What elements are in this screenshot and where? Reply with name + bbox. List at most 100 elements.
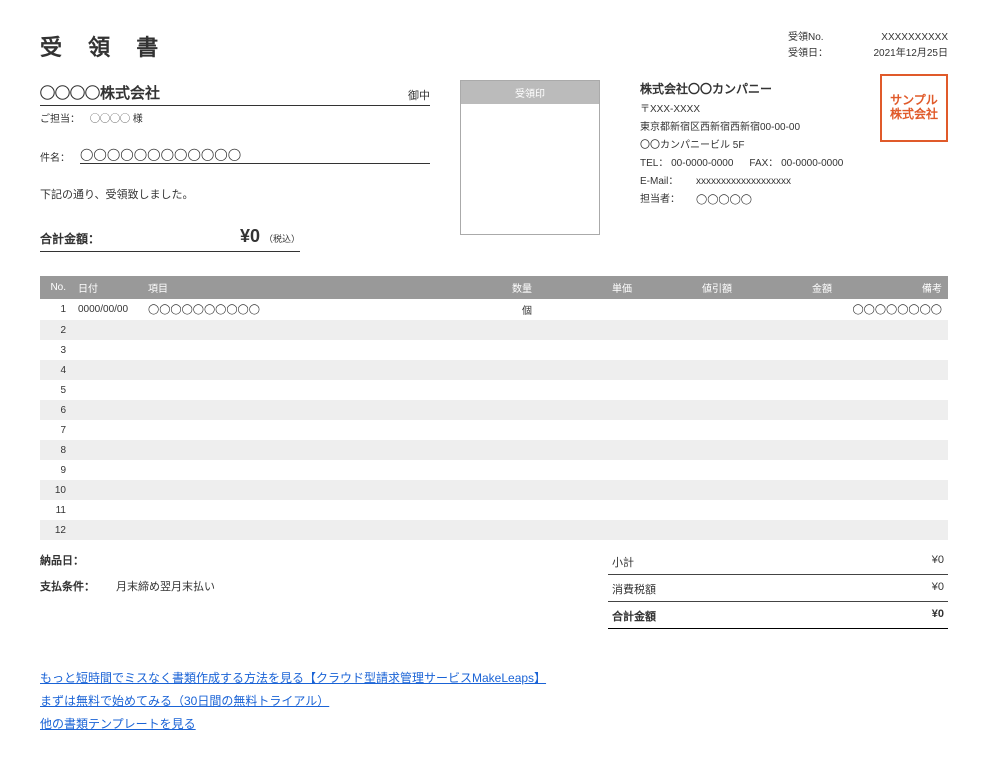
cell-amt: [738, 400, 838, 420]
cell-no: 10: [40, 480, 72, 500]
cell-disc: [638, 400, 738, 420]
cell-no: 11: [40, 500, 72, 520]
th-disc: 値引額: [638, 276, 738, 299]
cell-qty: [468, 420, 538, 440]
cell-qty: [468, 460, 538, 480]
cell-item: [142, 340, 468, 360]
receipt-note: 下記の通り、受領致しました。: [40, 186, 430, 202]
contact-value: ◯◯◯◯ 様: [90, 110, 143, 125]
cell-note: [838, 420, 948, 440]
cell-qty: [468, 440, 538, 460]
tel-label: TEL：: [640, 158, 668, 169]
cell-disc: [638, 460, 738, 480]
cell-qty: [468, 340, 538, 360]
cell-amt: [738, 320, 838, 340]
th-note: 備考: [838, 276, 948, 299]
cell-qty: [468, 520, 538, 540]
tel-value: 00-0000-0000: [671, 158, 733, 169]
table-row: 7: [40, 420, 948, 440]
client-name: ◯◯◯◯株式会社: [40, 82, 160, 103]
cell-date: [72, 320, 142, 340]
person-value: ◯◯◯◯◯: [696, 191, 752, 209]
table-row: 10: [40, 480, 948, 500]
table-row: 12: [40, 520, 948, 540]
cell-item: ◯◯◯◯◯◯◯◯◯◯: [142, 299, 468, 320]
cell-no: 8: [40, 440, 72, 460]
cell-amt: [738, 360, 838, 380]
cell-no: 12: [40, 520, 72, 540]
cell-note: ◯◯◯◯◯◯◯◯: [838, 299, 948, 320]
cell-unitp: [538, 299, 638, 320]
stamp-box: 受領印: [460, 80, 600, 235]
table-row: 9: [40, 460, 948, 480]
link-1[interactable]: もっと短時間でミスなく書類作成する方法を見る【クラウド型請求管理サービスMake…: [40, 671, 546, 685]
cell-unitp: [538, 360, 638, 380]
cell-item: [142, 400, 468, 420]
cell-date: [72, 400, 142, 420]
grand-value: ¥0: [932, 608, 944, 624]
cell-date: [72, 340, 142, 360]
cell-no: 6: [40, 400, 72, 420]
client-name-row: ◯◯◯◯株式会社 御中: [40, 80, 430, 106]
cell-unitp: [538, 460, 638, 480]
cell-no: 1: [40, 299, 72, 320]
cell-amt: [738, 340, 838, 360]
stamp-header: 受領印: [461, 81, 599, 104]
grand-label: 合計金額: [612, 608, 656, 624]
contact-label: ご担当：: [40, 110, 80, 125]
cell-disc: [638, 420, 738, 440]
link-3[interactable]: 他の書類テンプレートを見る: [40, 717, 196, 731]
cell-item: [142, 360, 468, 380]
cell-amt: [738, 380, 838, 400]
cell-unitp: [538, 380, 638, 400]
email-value: xxxxxxxxxxxxxxxxxxx: [696, 173, 791, 191]
th-amt: 金額: [738, 276, 838, 299]
cell-qty: [468, 320, 538, 340]
cell-amt: [738, 440, 838, 460]
cell-note: [838, 320, 948, 340]
items-table: No. 日付 項目 数量 単価 値引額 金額 備考 10000/00/00◯◯◯…: [40, 276, 948, 540]
cell-item: [142, 380, 468, 400]
link-2[interactable]: まずは無料で始めてみる（30日間の無料トライアル）: [40, 694, 329, 708]
cell-unitp: [538, 400, 638, 420]
cell-disc: [638, 340, 738, 360]
table-row: 10000/00/00◯◯◯◯◯◯◯◯◯◯個◯◯◯◯◯◯◯◯: [40, 299, 948, 320]
cell-item: [142, 520, 468, 540]
cell-qty: [468, 380, 538, 400]
meta-date-label: 受領日：: [788, 46, 838, 62]
cell-date: [72, 460, 142, 480]
cell-note: [838, 440, 948, 460]
cell-amt: [738, 460, 838, 480]
cell-unitp: [538, 320, 638, 340]
taxamt-label: 消費税額: [612, 581, 656, 597]
cell-disc: [638, 520, 738, 540]
cell-disc: [638, 299, 738, 320]
meta-no-value: XXXXXXXXXX: [858, 30, 948, 46]
person-label: 担当者：: [640, 191, 688, 209]
cell-unitp: [538, 480, 638, 500]
table-row: 2: [40, 320, 948, 340]
terms-value: 月末締め翌月末払い: [116, 578, 215, 594]
cell-no: 7: [40, 420, 72, 440]
cell-disc: [638, 440, 738, 460]
cell-no: 3: [40, 340, 72, 360]
cell-amt: [738, 480, 838, 500]
cell-note: [838, 340, 948, 360]
cell-no: 5: [40, 380, 72, 400]
cell-date: 0000/00/00: [72, 299, 142, 320]
cell-date: [72, 440, 142, 460]
cell-date: [72, 480, 142, 500]
table-row: 8: [40, 440, 948, 460]
cell-qty: [468, 400, 538, 420]
cell-note: [838, 360, 948, 380]
cell-note: [838, 480, 948, 500]
cell-item: [142, 440, 468, 460]
taxamt-value: ¥0: [932, 581, 944, 597]
doc-title: 受 領 書: [40, 30, 168, 62]
table-row: 4: [40, 360, 948, 380]
cell-note: [838, 380, 948, 400]
cell-date: [72, 420, 142, 440]
th-qty: 数量: [468, 276, 538, 299]
cell-qty: [468, 480, 538, 500]
cell-disc: [638, 320, 738, 340]
